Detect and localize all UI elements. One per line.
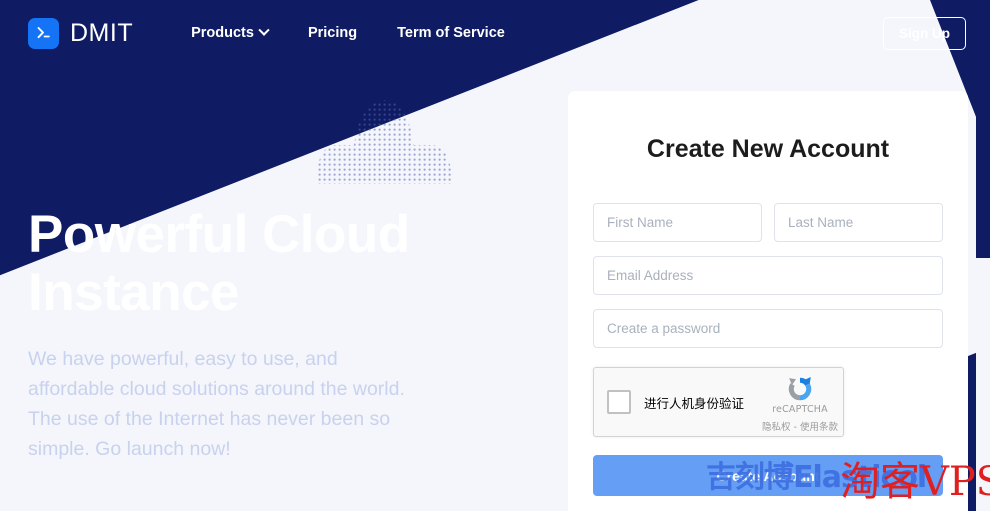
recaptcha-logo-icon <box>785 374 815 404</box>
name-fields-row <box>593 203 943 242</box>
nav-item-term-of-service[interactable]: Term of Service <box>397 25 505 41</box>
email-input[interactable] <box>593 256 943 295</box>
recaptcha-branding: reCAPTCHA <box>763 374 837 415</box>
hero-section: Powerful Cloud Instance We have powerful… <box>28 206 458 464</box>
terminal-prompt-icon <box>28 18 59 49</box>
first-name-input[interactable] <box>593 203 762 242</box>
password-input[interactable] <box>593 309 943 348</box>
last-name-input[interactable] <box>774 203 943 242</box>
signup-card: Create New Account 进行人机身份验证 reCA <box>568 91 968 511</box>
watermark-red: 淘客VPS <box>840 449 990 507</box>
recaptcha-checkbox[interactable] <box>607 390 631 414</box>
email-field-wrap <box>593 256 943 295</box>
nav-item-products-label: Products <box>191 25 254 41</box>
hero-subtitle: We have powerful, easy to use, and affor… <box>28 344 418 464</box>
password-field-wrap <box>593 309 943 348</box>
nav-links: Products Pricing Term of Service <box>191 25 505 41</box>
brand-logo[interactable]: DMIT <box>28 18 133 49</box>
brand-name: DMIT <box>70 19 133 48</box>
chevron-down-icon <box>258 25 269 36</box>
hero-title-line-2: Instance <box>28 263 239 322</box>
nav-item-pricing-label: Pricing <box>308 25 357 41</box>
sign-up-button[interactable]: Sign Up <box>883 17 966 50</box>
hero-title: Powerful Cloud Instance <box>28 206 458 322</box>
nav-item-pricing[interactable]: Pricing <box>308 25 357 41</box>
nav-item-products[interactable]: Products <box>191 25 268 41</box>
recaptcha-brand-text: reCAPTCHA <box>763 404 837 415</box>
signup-card-title: Create New Account <box>593 91 943 164</box>
recaptcha-widget[interactable]: 进行人机身份验证 reCAPTCHA 隐私权 - 使用条款 <box>593 367 844 437</box>
hero-title-line-1: Powerful Cloud <box>28 205 410 264</box>
top-navigation-bar: DMIT Products Pricing Term of Service Si… <box>0 0 990 66</box>
page-root: DMIT Products Pricing Term of Service Si… <box>0 0 990 511</box>
nav-item-term-of-service-label: Term of Service <box>397 25 505 41</box>
recaptcha-terms-text[interactable]: 隐私权 - 使用条款 <box>762 419 838 433</box>
recaptcha-label: 进行人机身份验证 <box>644 393 744 412</box>
dotted-mountain-decoration <box>313 98 455 186</box>
